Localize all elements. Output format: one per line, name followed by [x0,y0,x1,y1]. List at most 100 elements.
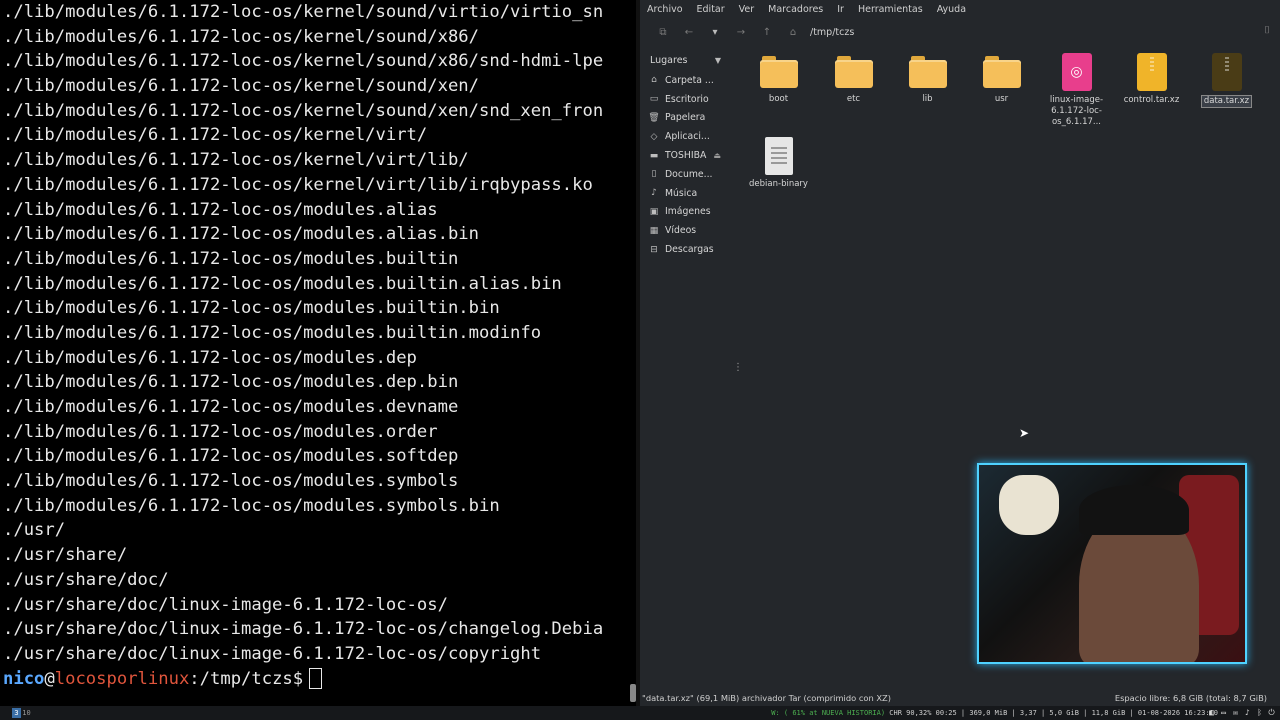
text-file-icon [764,137,793,175]
sidebar-item-videos[interactable]: ▦ Vídeos [640,221,733,240]
sidebar-heading-label: Lugares [650,54,688,66]
sidebar-item-music[interactable]: ♪ Música [640,184,733,203]
debian-package-icon: ◎ [1061,53,1092,91]
terminal-line: ./lib/modules/6.1.172-loc-os/modules.sof… [3,446,459,467]
sidebar-item-downloads[interactable]: ⊟ Descargas [640,240,733,259]
sidebar-item-documents[interactable]: ▯ Docume... [640,165,733,184]
terminal-line: ./lib/modules/6.1.172-loc-os/modules.dep [3,347,417,368]
terminal-line: ./lib/modules/6.1.172-loc-os/modules.dev… [3,397,459,417]
sidebar-item-applications[interactable]: ◇ Aplicaci... [640,127,733,146]
terminal-line: ./lib/modules/6.1.172-loc-os/modules.dep… [3,372,459,393]
prompt-user: nico [3,668,45,689]
image-icon: ▣ [649,206,659,217]
sidebar-item-label: TOSHIBA [665,150,707,162]
sidebar-heading[interactable]: Lugares ▼ [640,49,733,71]
history-dropdown-icon[interactable]: ▾ [702,27,728,38]
sidebar-item-label: Escritorio [665,93,709,105]
menu-ayuda[interactable]: Ayuda [937,4,966,15]
menu-ir[interactable]: Ir [837,4,844,15]
sidebar-item-label: Docume... [665,168,713,180]
file-item-etc[interactable]: etc [816,50,891,105]
file-item-control-tar-xz[interactable]: control.tar.xz [1114,50,1189,106]
menu-herramientas[interactable]: Herramientas [858,4,923,15]
terminal-line: ./lib/modules/6.1.172-loc-os/kernel/virt… [3,125,428,146]
file-item-boot[interactable]: boot [741,50,816,105]
terminal-window[interactable]: ./lib/modules/6.1.172-loc-os/kernel/soun… [0,0,628,706]
terminal-line: ./usr/share/doc/ [3,569,169,590]
sidebar-resize-handle[interactable]: ⋮ [733,362,743,373]
sidebar-item-trash[interactable]: 🗑︎ Papelera [640,109,733,128]
file-label-selected: data.tar.xz [1200,95,1253,108]
applications-icon: ◇ [650,131,658,142]
sidebar-item-label: Música [665,187,698,199]
prompt-path: :/tmp/tczs [189,668,293,689]
file-item-linux-image-deb[interactable]: ◎ linux-image-6.1.172-loc-os_6.1.17... [1039,50,1114,128]
file-item-lib[interactable]: lib [890,50,965,105]
bluetooth-icon[interactable]: ᛒ [1255,708,1264,717]
menu-ver[interactable]: Ver [739,4,755,15]
desktop-icon: ▭ [649,94,659,105]
workspace-button-3[interactable]: 3 [12,708,21,718]
status-bar: "data.tar.xz" (69,1 MiB) archivador Tar … [640,690,1280,706]
music-icon: ♪ [651,188,657,199]
prompt-symbol: $ [292,668,304,689]
sidebar-item-label: Vídeos [665,225,697,237]
menu-archivo[interactable]: Archivo [647,4,683,15]
webcam-overlay [977,463,1247,664]
sidebar-item-images[interactable]: ▣ Imágenes [640,203,733,222]
mail-icon[interactable]: ✉ [1231,708,1240,717]
terminal-line: ./usr/share/doc/linux-image-6.1.172-loc-… [3,619,604,640]
toolbar-overflow-icon[interactable]: ⌷ [1264,25,1270,36]
workspace-button-10[interactable]: 10 [22,708,31,718]
free-space: Espacio libre: 6,8 GiB (total: 8,7 GiB) [1114,693,1267,703]
new-tab-icon[interactable]: ⧉ [650,27,676,38]
back-icon[interactable]: ← [676,27,702,38]
power-icon[interactable]: ⏻ [1267,708,1276,717]
cap-shape [1079,485,1189,535]
selection-info: "data.tar.xz" (69,1 MiB) archivador Tar … [642,693,891,703]
terminal-line: ./lib/modules/6.1.172-loc-os/kernel/virt… [3,150,469,171]
sidebar-item-home[interactable]: ⌂ Carpeta ... [640,71,733,90]
guitar-shape [999,475,1059,535]
terminal-output: ./lib/modules/6.1.172-loc-os/kernel/soun… [0,0,628,667]
chevron-down-icon[interactable]: ▼ [715,56,721,65]
video-icon: ▦ [649,225,659,236]
terminal-line: ./lib/modules/6.1.172-loc-os/modules.bui… [3,298,500,319]
folder-icon [834,56,873,88]
taskbar: 3 10 W: ( 61% at NUEVA HISTORIA) CHR 90,… [0,706,1280,720]
trash-icon: 🗑︎ [648,112,660,123]
menu-editar[interactable]: Editar [697,4,725,15]
menu-bar: Archivo Editar Ver Marcadores Ir Herrami… [640,0,1280,19]
archive-icon [1211,53,1242,91]
terminal-prompt[interactable]: nico@locosporlinux:/tmp/tczs$ [0,667,628,692]
file-item-data-tar-xz[interactable]: data.tar.xz [1189,50,1264,108]
file-label: lib [922,94,933,104]
toolbar: ⧉ ← ▾ → ↑ ⌂ /tmp/tczs ⌷ [640,19,1280,45]
file-label: usr [994,94,1009,104]
file-item-debian-binary[interactable]: debian-binary [741,134,816,190]
home-button-icon[interactable]: ⌂ [780,27,806,38]
terminal-line: ./usr/share/ [3,545,128,566]
terminal-cursor [309,668,323,690]
sidebar-item-toshiba[interactable]: ▬ TOSHIBA ⏏ [640,146,733,165]
menu-marcadores[interactable]: Marcadores [768,4,823,15]
file-label: debian-binary [749,179,808,189]
terminal-line: ./lib/modules/6.1.172-loc-os/modules.bui… [3,248,459,269]
volume-icon[interactable]: ♪ [1243,708,1252,717]
sidebar-item-label: Imágenes [665,206,711,218]
wifi-status: W: ( 61% at NUEVA HISTORIA) [771,709,886,717]
battery-icon[interactable]: ▭ [1219,708,1228,717]
system-tray: ◧ ▭ ✉ ♪ ᛒ ⏻ [1207,708,1276,717]
sidebar-item-desktop[interactable]: ▭ Escritorio [640,90,733,109]
terminal-line: ./lib/modules/6.1.172-loc-os/modules.sym… [3,471,459,492]
network-icon[interactable]: ◧ [1207,708,1216,717]
file-label: boot [768,94,789,104]
mouse-pointer-icon: ➤ [1019,426,1030,440]
location-path[interactable]: /tmp/tczs [810,27,854,38]
file-item-usr[interactable]: usr [964,50,1039,105]
eject-icon[interactable]: ⏏ [713,151,721,160]
terminal-line: ./lib/modules/6.1.172-loc-os/modules.ord… [3,421,438,442]
up-icon[interactable]: ↑ [754,27,780,38]
system-metrics: CHR 90,32% 00:25 | 369,0 MiB | 3,37 | 5,… [885,709,1218,717]
forward-icon[interactable]: → [728,27,754,38]
